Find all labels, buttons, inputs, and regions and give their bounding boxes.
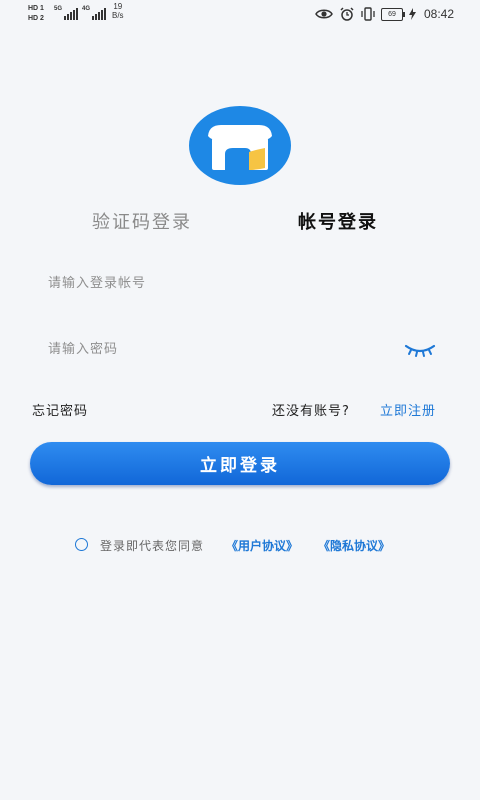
register-link[interactable]: 立即注册 xyxy=(380,400,436,419)
user-agreement-link[interactable]: 《用户协议》 xyxy=(226,537,298,554)
agreement-checkbox[interactable] xyxy=(75,538,88,551)
no-account-text: 还没有账号? xyxy=(272,404,350,419)
vibrate-icon xyxy=(361,7,375,21)
app-logo xyxy=(189,106,291,185)
account-input[interactable] xyxy=(30,263,450,303)
tab-account-login[interactable]: 帐号登录 xyxy=(298,208,378,234)
charging-icon xyxy=(408,8,416,20)
battery-icon: 69 xyxy=(380,7,405,21)
status-bar: HD 1 HD 2 5G 4G 19 B/s 69 08:42 xyxy=(0,0,480,28)
tab-sms-login[interactable]: 验证码登录 xyxy=(92,208,192,234)
clock: 08:42 xyxy=(423,7,454,21)
status-right: 69 08:42 xyxy=(315,5,454,23)
sim1-label: HD 1 xyxy=(28,5,44,12)
signal-5g-icon: 5G xyxy=(54,6,80,20)
sim2-label: HD 2 xyxy=(28,15,44,22)
sim-indicators: HD 1 HD 2 xyxy=(28,4,50,24)
agreement-text: 登录即代表您同意 xyxy=(100,539,205,553)
alarm-icon xyxy=(340,7,354,21)
forgot-password-link[interactable]: 忘记密码 xyxy=(32,400,88,419)
password-input[interactable] xyxy=(30,329,450,369)
login-button[interactable]: 立即登录 xyxy=(30,442,450,485)
store-icon xyxy=(208,125,272,170)
signal-4g-icon: 4G xyxy=(82,6,108,20)
network-speed: 19 B/s xyxy=(112,2,124,20)
privacy-policy-link[interactable]: 《隐私协议》 xyxy=(318,537,390,554)
eye-icon xyxy=(315,9,333,19)
eye-closed-icon[interactable] xyxy=(404,340,436,362)
